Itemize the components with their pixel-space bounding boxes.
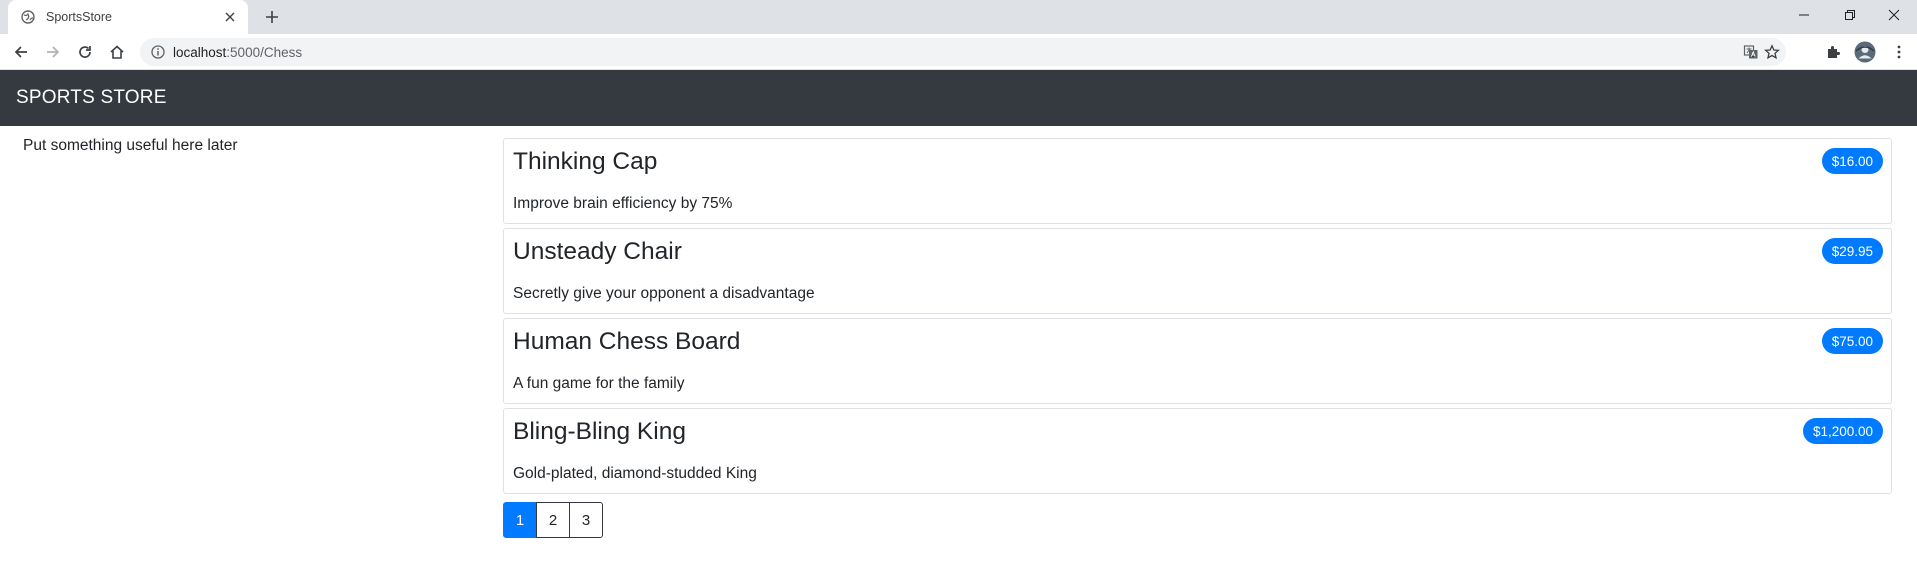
more-icon[interactable]: [1886, 39, 1912, 65]
browser-toolbar: localhost:5000/Chess: [0, 34, 1917, 70]
plus-icon[interactable]: [260, 5, 284, 29]
close-icon[interactable]: [222, 9, 238, 25]
star-icon[interactable]: [1759, 38, 1785, 66]
sidebar-note: Put something useful here later: [23, 137, 238, 154]
product-description: A fun game for the family: [513, 375, 685, 392]
product-name: Bling-Bling King: [513, 418, 686, 445]
address-bar[interactable]: localhost:5000/Chess: [140, 38, 1786, 66]
price-badge: $16.00: [1821, 148, 1883, 174]
price-badge: $29.95: [1821, 238, 1883, 264]
product-card: Human Chess Board $75.00 A fun game for …: [503, 318, 1892, 404]
product-description: Improve brain efficiency by 75%: [513, 195, 733, 212]
globe-icon: [20, 9, 36, 25]
restore-icon[interactable]: [1827, 0, 1873, 30]
pagination: 1 2 3: [503, 502, 603, 538]
extensions-icon[interactable]: [1820, 39, 1846, 65]
product-card: Bling-Bling King $1,200.00 Gold-plated, …: [503, 408, 1892, 494]
page-button-1[interactable]: 1: [503, 502, 537, 538]
browser-tab[interactable]: SportsStore: [8, 0, 248, 34]
reload-icon[interactable]: [72, 39, 98, 65]
url-host: localhost: [173, 44, 227, 60]
url-text: localhost:5000/Chess: [173, 45, 302, 60]
avatar[interactable]: [1852, 39, 1878, 65]
site-brand[interactable]: SPORTS STORE: [16, 87, 167, 109]
product-name: Human Chess Board: [513, 328, 741, 355]
home-icon[interactable]: [104, 39, 130, 65]
page-button-2[interactable]: 2: [536, 502, 570, 538]
page-button-3[interactable]: 3: [569, 502, 603, 538]
tab-strip: SportsStore: [0, 0, 1917, 34]
product-description: Gold-plated, diamond-studded King: [513, 465, 757, 482]
site-navbar: SPORTS STORE: [0, 70, 1917, 126]
product-description: Secretly give your opponent a disadvanta…: [513, 285, 815, 302]
product-name: Unsteady Chair: [513, 238, 682, 265]
tab-title: SportsStore: [46, 10, 113, 24]
back-icon[interactable]: [8, 39, 34, 65]
forward-icon[interactable]: [40, 39, 66, 65]
close-window-icon[interactable]: [1871, 0, 1917, 30]
price-badge: $75.00: [1821, 328, 1883, 354]
product-name: Thinking Cap: [513, 148, 658, 175]
info-icon[interactable]: [150, 44, 166, 60]
price-badge: $1,200.00: [1802, 418, 1883, 444]
minimize-icon[interactable]: [1781, 0, 1827, 30]
product-card: Unsteady Chair $29.95 Secretly give your…: [503, 228, 1892, 314]
product-list: Thinking Cap $16.00 Improve brain effici…: [503, 138, 1892, 498]
product-card: Thinking Cap $16.00 Improve brain effici…: [503, 138, 1892, 224]
url-path: :5000/Chess: [226, 44, 303, 60]
